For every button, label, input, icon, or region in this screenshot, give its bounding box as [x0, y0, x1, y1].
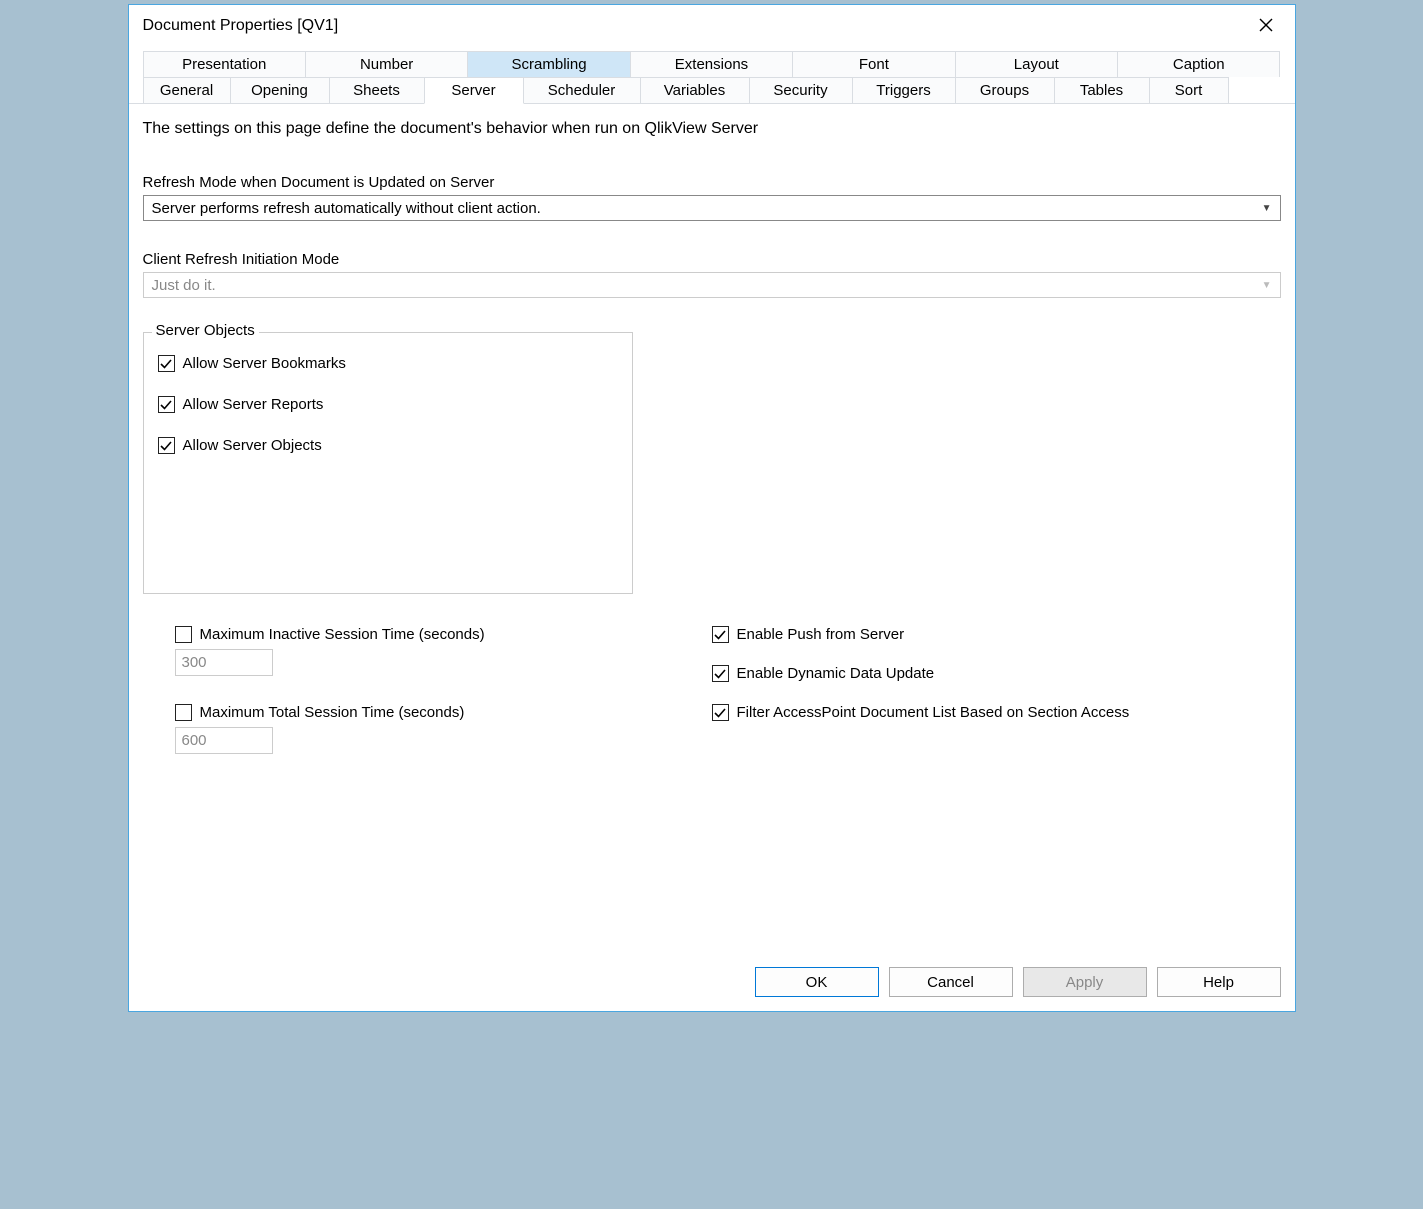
- tab-opening[interactable]: Opening: [230, 77, 330, 104]
- allow-server-bookmarks-checkbox[interactable]: [158, 355, 175, 372]
- allow-server-reports-label: Allow Server Reports: [183, 396, 324, 413]
- tab-font[interactable]: Font: [792, 51, 955, 77]
- lower-columns: Maximum Inactive Session Time (seconds) …: [143, 626, 1281, 782]
- enable-dynamic-label: Enable Dynamic Data Update: [737, 665, 935, 682]
- max-inactive-checkbox[interactable]: [175, 626, 192, 643]
- tab-triggers[interactable]: Triggers: [852, 77, 956, 104]
- chevron-down-icon: ▼: [1262, 280, 1272, 291]
- tab-presentation[interactable]: Presentation: [143, 51, 306, 77]
- server-tab-content: The settings on this page define the doc…: [129, 103, 1295, 953]
- document-properties-dialog: Document Properties [QV1] PresentationNu…: [128, 4, 1296, 1012]
- tab-caption[interactable]: Caption: [1117, 51, 1280, 77]
- tab-scheduler[interactable]: Scheduler: [523, 77, 641, 104]
- refresh-mode-value: Server performs refresh automatically wi…: [152, 200, 541, 217]
- tab-number[interactable]: Number: [305, 51, 468, 77]
- refresh-mode-dropdown[interactable]: Server performs refresh automatically wi…: [143, 195, 1281, 221]
- tab-tables[interactable]: Tables: [1054, 77, 1150, 104]
- allow-server-reports-checkbox[interactable]: [158, 396, 175, 413]
- tab-groups[interactable]: Groups: [955, 77, 1055, 104]
- right-column: Enable Push from Server Enable Dynamic D…: [712, 626, 1281, 782]
- apply-button: Apply: [1023, 967, 1147, 997]
- max-inactive-label: Maximum Inactive Session Time (seconds): [200, 626, 485, 643]
- client-refresh-label: Client Refresh Initiation Mode: [143, 251, 1281, 268]
- allow-server-objects-checkbox[interactable]: [158, 437, 175, 454]
- tab-layout[interactable]: Layout: [955, 51, 1118, 77]
- max-total-checkbox[interactable]: [175, 704, 192, 721]
- tab-server[interactable]: Server: [424, 77, 524, 104]
- tab-variables[interactable]: Variables: [640, 77, 750, 104]
- tab-extensions[interactable]: Extensions: [630, 51, 793, 77]
- filter-access-checkbox[interactable]: [712, 704, 729, 721]
- filter-access-label: Filter AccessPoint Document List Based o…: [737, 704, 1130, 721]
- allow-server-bookmarks-label: Allow Server Bookmarks: [183, 355, 346, 372]
- help-button[interactable]: Help: [1157, 967, 1281, 997]
- allow-server-objects-row: Allow Server Objects: [158, 437, 618, 454]
- allow-server-bookmarks-row: Allow Server Bookmarks: [158, 355, 618, 372]
- max-total-block: Maximum Total Session Time (seconds): [175, 704, 712, 754]
- server-objects-groupbox: Server Objects Allow Server Bookmarks Al…: [143, 332, 633, 594]
- server-objects-legend: Server Objects: [152, 322, 259, 339]
- max-inactive-block: Maximum Inactive Session Time (seconds): [175, 626, 712, 676]
- enable-push-label: Enable Push from Server: [737, 626, 905, 643]
- enable-push-row: Enable Push from Server: [712, 626, 1281, 643]
- tab-general[interactable]: General: [143, 77, 231, 104]
- enable-dynamic-checkbox[interactable]: [712, 665, 729, 682]
- left-column: Maximum Inactive Session Time (seconds) …: [143, 626, 712, 782]
- refresh-mode-label: Refresh Mode when Document is Updated on…: [143, 174, 1281, 191]
- titlebar: Document Properties [QV1]: [129, 5, 1295, 51]
- filter-access-row: Filter AccessPoint Document List Based o…: [712, 704, 1281, 721]
- allow-server-objects-label: Allow Server Objects: [183, 437, 322, 454]
- server-intro-text: The settings on this page define the doc…: [143, 120, 1281, 138]
- tab-sort[interactable]: Sort: [1149, 77, 1229, 104]
- close-icon: [1259, 18, 1273, 32]
- tab-security[interactable]: Security: [749, 77, 853, 104]
- close-button[interactable]: [1251, 15, 1281, 37]
- tabs-area: PresentationNumberScramblingExtensionsFo…: [129, 51, 1295, 104]
- tab-scrambling[interactable]: Scrambling: [467, 51, 630, 77]
- tab-row-top: PresentationNumberScramblingExtensionsFo…: [143, 51, 1281, 77]
- enable-push-checkbox[interactable]: [712, 626, 729, 643]
- client-refresh-value: Just do it.: [152, 277, 216, 294]
- tab-row-bottom: GeneralOpeningSheetsServerSchedulerVaria…: [143, 77, 1281, 104]
- dialog-title: Document Properties [QV1]: [143, 17, 339, 35]
- ok-button[interactable]: OK: [755, 967, 879, 997]
- client-refresh-dropdown: Just do it. ▼: [143, 272, 1281, 298]
- max-inactive-input: [175, 649, 273, 676]
- tab-sheets[interactable]: Sheets: [329, 77, 425, 104]
- max-total-input: [175, 727, 273, 754]
- enable-dynamic-row: Enable Dynamic Data Update: [712, 665, 1281, 682]
- chevron-down-icon: ▼: [1262, 203, 1272, 214]
- max-total-label: Maximum Total Session Time (seconds): [200, 704, 465, 721]
- button-bar: OK Cancel Apply Help: [129, 953, 1295, 1011]
- allow-server-reports-row: Allow Server Reports: [158, 396, 618, 413]
- cancel-button[interactable]: Cancel: [889, 967, 1013, 997]
